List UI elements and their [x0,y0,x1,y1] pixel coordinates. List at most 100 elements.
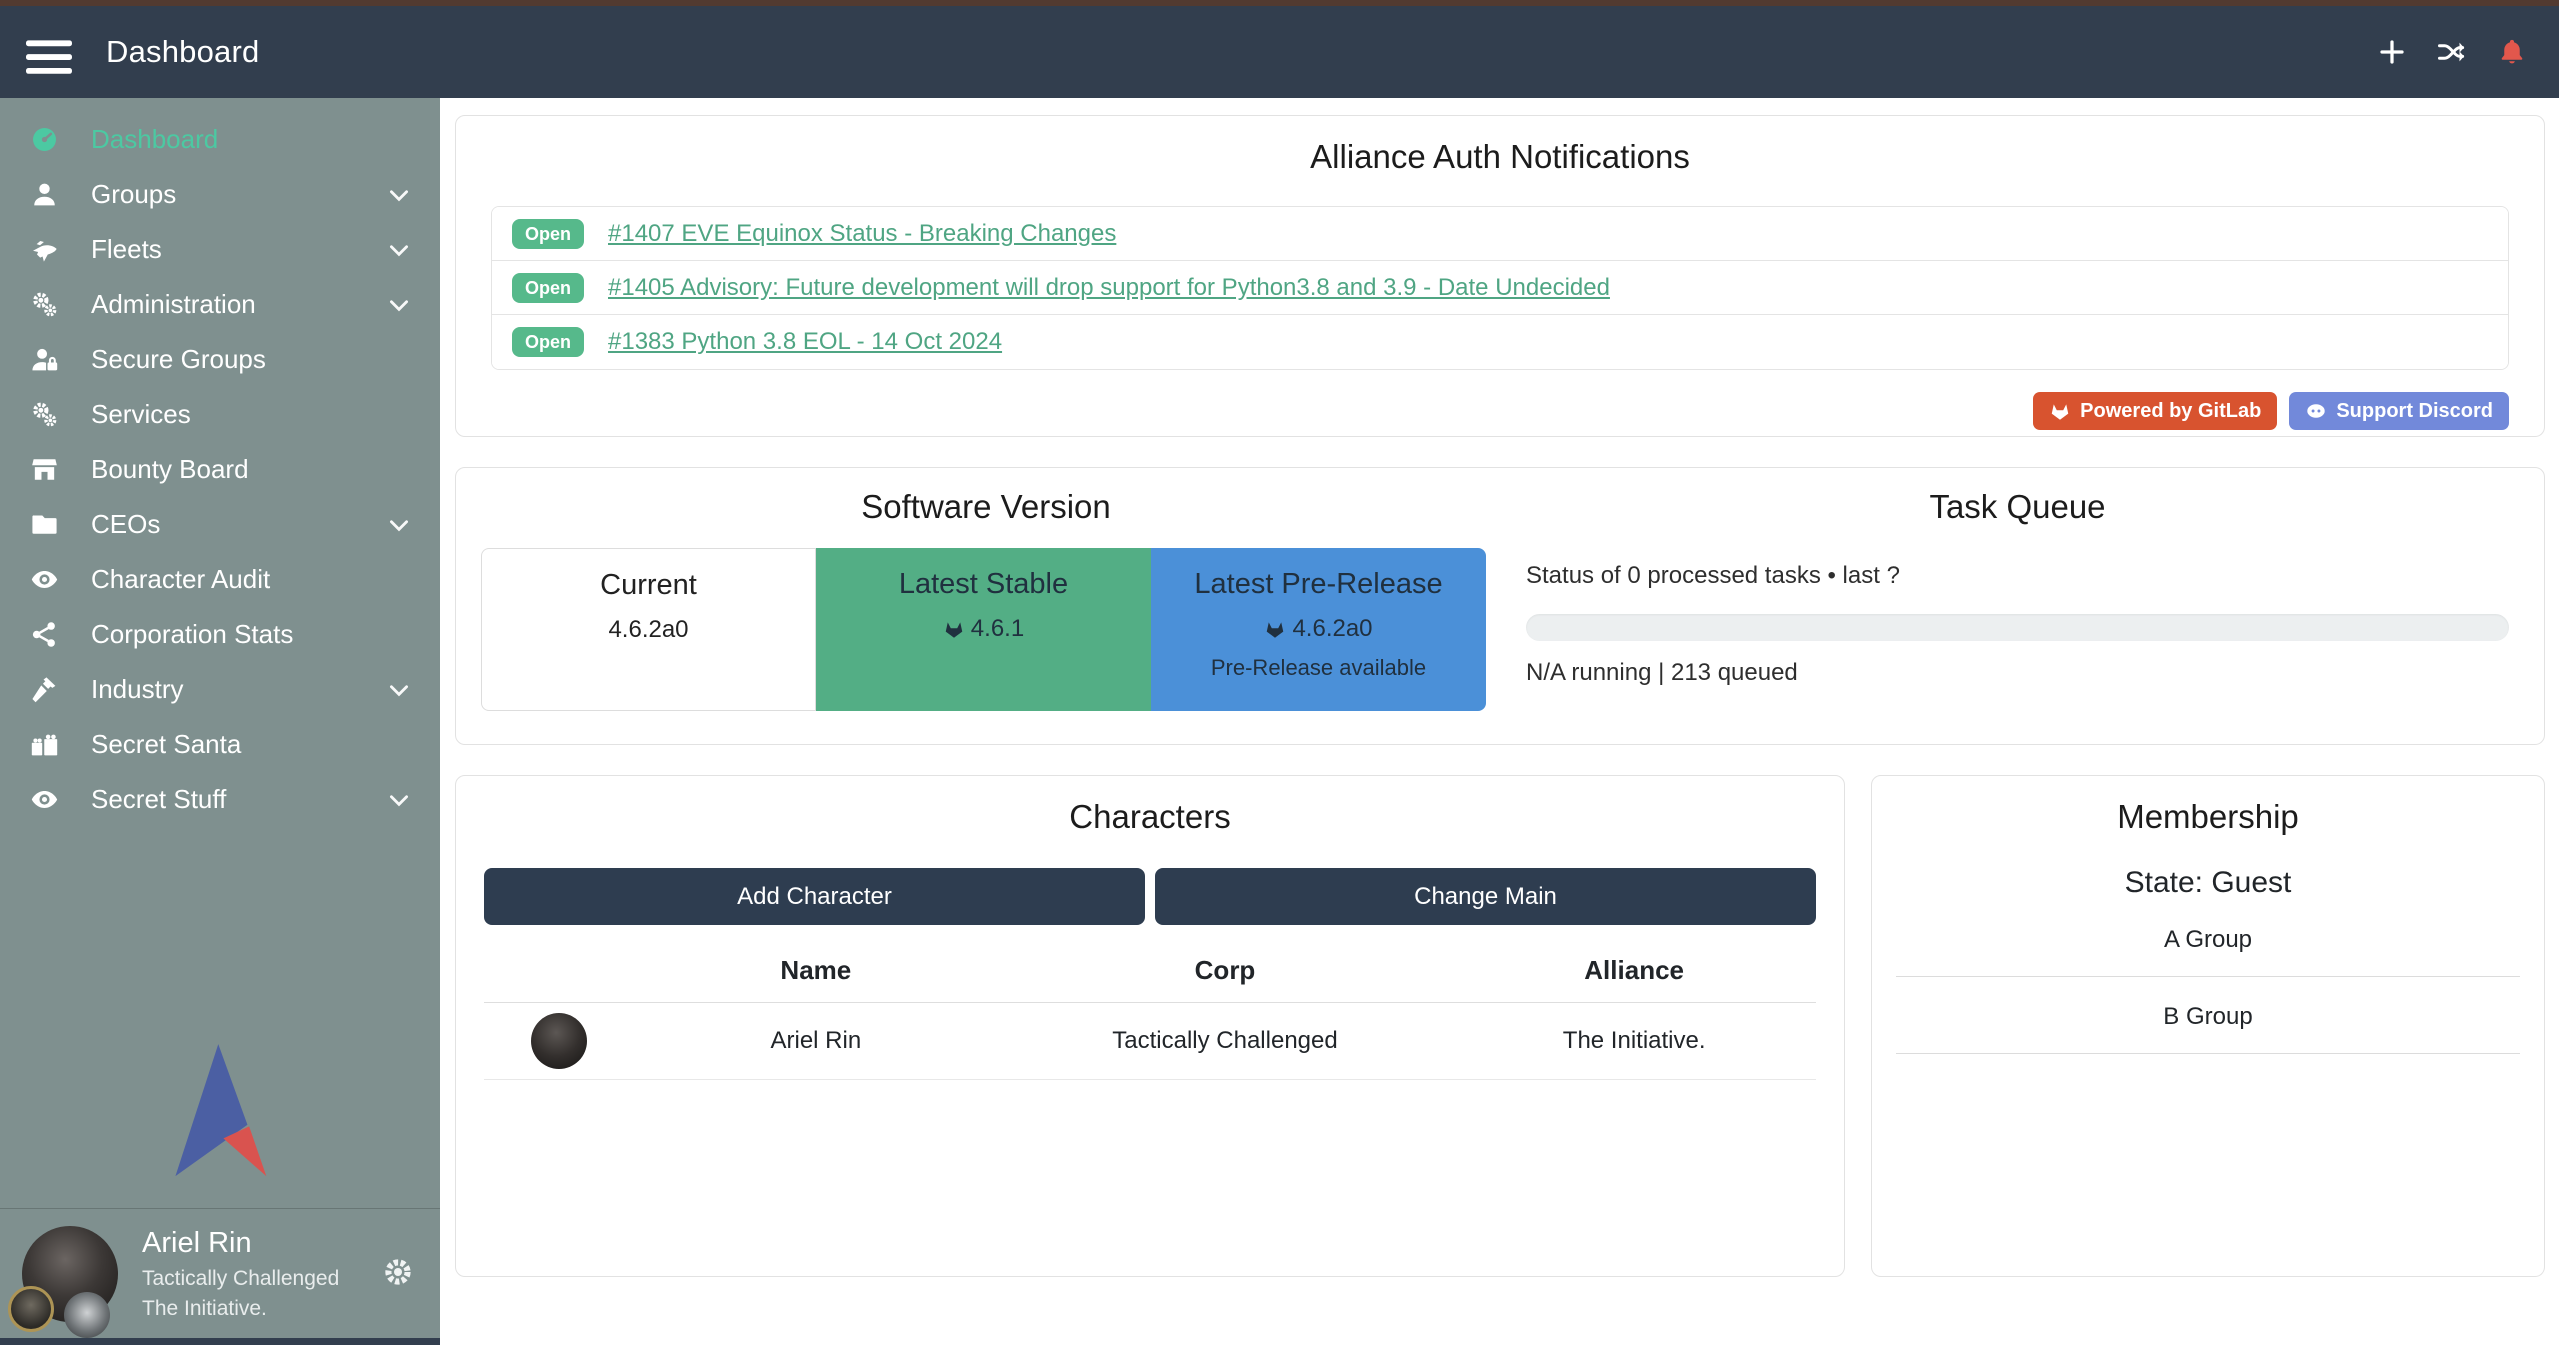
table-header-row: Name Corp Alliance [484,933,1816,1003]
gears-icon [30,400,66,430]
version-label: Latest Stable [899,568,1068,601]
sidebar-item-dashboard[interactable]: Dashboard [0,112,440,167]
top-navbar: Dashboard [0,6,2559,98]
share-icon [30,620,66,650]
characters-table: Name Corp Alliance Ariel Rin Tactically … [484,933,1816,1080]
cell-character-name: Ariel Rin [634,1027,998,1055]
version-table: Current 4.6.2a0 Latest Stable 4.6.1 [481,548,1491,711]
character-portrait [531,1013,587,1069]
notifications-bell-icon[interactable] [2495,35,2529,69]
software-version-title: Software Version [481,488,1491,526]
sidebar-item-label: Industry [91,674,184,705]
eye-icon [30,785,66,815]
chevron-down-icon [386,182,412,208]
add-character-button[interactable]: Add Character [484,868,1145,925]
support-discord-badge[interactable]: Support Discord [2289,392,2509,430]
main-content: Alliance Auth Notifications Open #1407 E… [440,98,2559,1345]
membership-title: Membership [1872,798,2544,836]
table-row: Ariel Rin Tactically Challenged The Init… [484,1003,1816,1080]
characters-title: Characters [484,798,1816,836]
status-badge: Open [512,219,584,249]
task-queue-summary: N/A running | 213 queued [1526,659,2509,687]
sidebar-item-secret-santa[interactable]: Secret Santa [0,717,440,772]
discord-icon [2305,400,2327,422]
version-label: Latest Pre-Release [1194,568,1442,601]
table-header-corp: Corp [998,955,1453,986]
status-badge: Open [512,273,584,303]
notification-link[interactable]: #1407 EVE Equinox Status - Breaking Chan… [608,220,1116,248]
sidebar-item-label: Secret Stuff [91,784,226,815]
notifications-panel: Alliance Auth Notifications Open #1407 E… [455,115,2545,437]
gears-icon [30,290,66,320]
chevron-down-icon [386,292,412,318]
software-version-section: Software Version Current 4.6.2a0 Latest … [481,488,1491,724]
version-value: 4.6.2a0 [1264,615,1372,643]
membership-panel: Membership State: Guest A Group B Group [1871,775,2545,1277]
add-icon[interactable] [2375,35,2409,69]
notifications-title: Alliance Auth Notifications [491,138,2509,176]
version-number: 4.6.2a0 [1292,615,1372,643]
chevron-down-icon [386,512,412,538]
task-queue-section: Task Queue Status of 0 processed tasks •… [1526,488,2519,724]
corp-logo-badge [8,1286,54,1332]
sidebar-item-administration[interactable]: Administration [0,277,440,332]
sidebar-item-industry[interactable]: Industry [0,662,440,717]
list-item: B Group [1896,977,2520,1054]
table-header-name: Name [634,955,998,986]
gauge-icon [30,125,66,155]
app-root: Dashboard [0,0,2559,1345]
user-alliance: The Initiative. [142,1296,339,1322]
table-header-alliance: Alliance [1452,955,1816,986]
sidebar-item-label: Administration [91,289,256,320]
notifications-list: Open #1407 EVE Equinox Status - Breaking… [491,206,2509,370]
chevron-down-icon [386,237,412,263]
sidebar-item-label: Services [91,399,191,430]
sidebar-item-ceos[interactable]: CEOs [0,497,440,552]
sidebar-item-label: Character Audit [91,564,270,595]
user-avatar [22,1226,118,1322]
user-lock-icon [30,345,66,375]
sidebar-item-bounty-board[interactable]: Bounty Board [0,442,440,497]
list-item: A Group [1896,900,2520,977]
cell-character-corp: Tactically Challenged [998,1027,1453,1055]
user-icon [30,180,66,210]
shuffle-icon[interactable] [2435,35,2469,69]
version-number: 4.6.1 [971,615,1024,643]
sidebar-item-label: Groups [91,179,176,210]
notifications-footer: Powered by GitLab Support Discord [491,392,2509,430]
badge-label: Powered by GitLab [2080,401,2261,421]
sidebar-item-character-audit[interactable]: Character Audit [0,552,440,607]
gifts-icon [30,730,66,760]
user-info: Ariel Rin Tactically Challenged The Init… [142,1225,339,1322]
hamburger-menu-icon[interactable] [26,32,72,72]
cell-character-alliance: The Initiative. [1452,1027,1816,1055]
software-taskqueue-panel: Software Version Current 4.6.2a0 Latest … [455,467,2545,745]
notification-link[interactable]: #1405 Advisory: Future development will … [608,274,1610,302]
sidebar-item-label: Bounty Board [91,454,249,485]
gitlab-icon [1264,618,1286,640]
chevron-down-icon [386,677,412,703]
version-current-cell: Current 4.6.2a0 [481,548,816,711]
user-name: Ariel Rin [142,1225,339,1261]
sidebar-item-corporation-stats[interactable]: Corporation Stats [0,607,440,662]
spaceship-icon [30,235,66,265]
task-queue-progress-bar [1526,614,2509,641]
sidebar-item-fleets[interactable]: Fleets [0,222,440,277]
change-main-button[interactable]: Change Main [1155,868,1816,925]
bottom-row: Characters Add Character Change Main Nam… [455,775,2545,1277]
sidebar-item-secure-groups[interactable]: Secure Groups [0,332,440,387]
notification-link[interactable]: #1383 Python 3.8 EOL - 14 Oct 2024 [608,328,1002,356]
sidebar-item-label: Dashboard [91,124,218,155]
powered-by-gitlab-badge[interactable]: Powered by GitLab [2033,392,2277,430]
sidebar-item-groups[interactable]: Groups [0,167,440,222]
sidebar-item-secret-stuff[interactable]: Secret Stuff [0,772,440,827]
hammer-icon [30,675,66,705]
badge-label: Support Discord [2336,401,2493,421]
sidebar-nav: Dashboard Groups Fleets [0,98,440,827]
alliance-auth-logo [0,1036,440,1208]
version-stable-cell: Latest Stable 4.6.1 [816,548,1151,711]
version-label: Current [600,569,697,602]
user-settings-gear-icon[interactable] [378,1254,418,1294]
sidebar-item-services[interactable]: Services [0,387,440,442]
characters-buttons: Add Character Change Main [484,868,1816,925]
